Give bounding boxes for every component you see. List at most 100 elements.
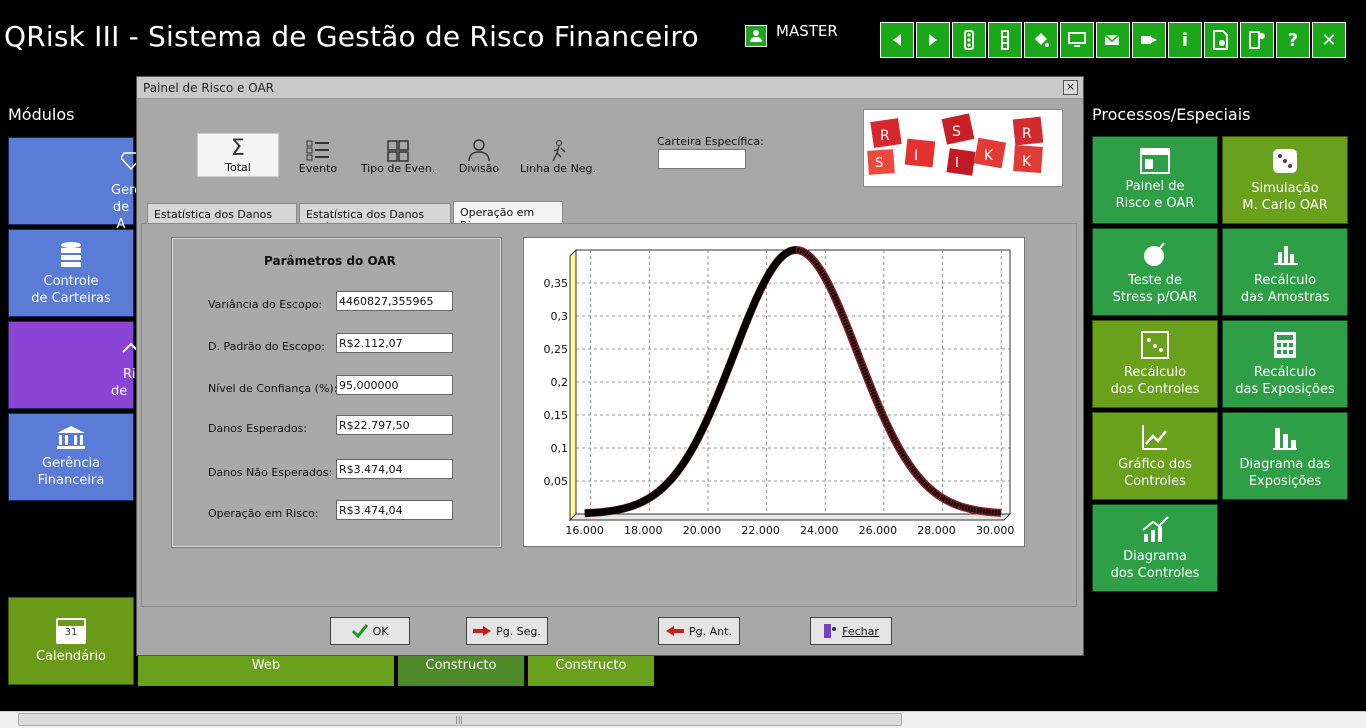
tile-label: das Exposições <box>1235 382 1335 397</box>
tile-label: dos Controles <box>1110 382 1200 397</box>
bomb-icon <box>1144 242 1165 266</box>
x-tick-label: 26.000 <box>859 524 898 537</box>
exit-door-icon <box>1249 31 1265 49</box>
carteira-input[interactable] <box>658 149 746 169</box>
monitor-button[interactable] <box>1060 22 1094 58</box>
paint-bucket-icon <box>1035 33 1049 47</box>
ok-button[interactable]: OK <box>330 617 410 645</box>
param-label: Variância do Escopo: <box>208 298 323 311</box>
tile-label: Diagrama <box>1123 549 1187 564</box>
param-label: D. Padrão do Escopo: <box>208 340 325 353</box>
send-button[interactable] <box>1132 22 1166 58</box>
scrollbar-thumb[interactable]: ||| <box>18 713 902 726</box>
line-chart-icon <box>1142 425 1167 450</box>
arrow-right-red-icon <box>473 626 492 636</box>
tile-painel-risco[interactable]: Painel de Risco e OAR <box>1092 136 1218 224</box>
tile-label: Financeira <box>37 473 105 488</box>
tile-constructo-2[interactable]: Constructo <box>528 652 654 686</box>
tool-evento-button[interactable]: Evento <box>287 135 349 175</box>
tile-gerencia-financeira[interactable]: Gerência Financeira <box>8 413 134 501</box>
app-title: QRisk III - Sistema de Gestão de Risco F… <box>4 20 699 53</box>
tile-calendario[interactable]: 31 Calendário <box>8 597 134 685</box>
tool-linha-button[interactable]: Linha de Neg. <box>517 135 599 175</box>
tile-gerencia-ativos[interactable]: Gerênc de A <box>8 137 158 232</box>
nivel-confianca-field[interactable]: 95,000000 <box>336 375 453 395</box>
help-icon: ? <box>1287 29 1299 51</box>
operacao-risco-field[interactable]: R$3.474,04 <box>336 500 453 520</box>
tool-divisao-button[interactable]: Divisão <box>449 135 509 175</box>
oar-chart: 16.000 18.000 20.000 22.000 24.000 26.000 28.0… <box>523 237 1025 547</box>
tile-label: Stress p/OAR <box>1112 290 1198 305</box>
tool-label: Total <box>225 161 251 174</box>
tile-label: Constructo <box>425 658 497 673</box>
danos-esperados-field[interactable]: R$22.797,50 <box>336 415 453 435</box>
traffic-light-icon <box>964 30 974 50</box>
traffic-light-button[interactable] <box>952 22 986 58</box>
column-chart-icon <box>1273 428 1297 450</box>
fechar-button[interactable]: Fechar <box>810 617 892 645</box>
tile-diagrama-exposicoes[interactable]: Diagrama das Exposições <box>1222 412 1348 500</box>
tile-risco[interactable]: Risc de C <box>8 321 150 409</box>
tile-recalculo-exposicoes[interactable]: Recálculo das Exposições <box>1222 320 1348 408</box>
tab-operacao-risco[interactable]: Operação em Risco <box>453 201 563 232</box>
x-tick-label: 28.000 <box>917 524 956 537</box>
tile-recalculo-amostras[interactable]: Recálculo das Amostras <box>1222 228 1348 316</box>
tile-recalculo-controles[interactable]: Recálculo dos Controles <box>1092 320 1218 408</box>
document-gear-icon <box>1213 30 1228 50</box>
info-button[interactable]: i <box>1168 22 1202 58</box>
x-tick-label: 30.000 <box>976 524 1015 537</box>
tile-label: Recálculo <box>1253 365 1317 380</box>
svg-text:I: I <box>955 156 959 171</box>
close-app-button[interactable]: ✕ <box>1312 22 1346 58</box>
button-label: OK <box>372 624 389 638</box>
exit-button[interactable] <box>1240 22 1274 58</box>
x-tick-label: 16.000 <box>565 524 604 537</box>
next-page-button[interactable]: Pg. Seg. <box>466 617 548 645</box>
y-tick-label: 0,3 <box>551 310 569 323</box>
tile-label: Risco e OAR <box>1115 196 1195 211</box>
tile-controle-carteiras[interactable]: Controle de Carteiras <box>8 229 134 317</box>
tab-estatistica-tab[interactable]: Estatística dos Danos (Tab.) <box>147 203 297 234</box>
back-button[interactable] <box>880 22 914 58</box>
traffic-light-bar-button[interactable] <box>988 22 1022 58</box>
button-label: Pg. Seg. <box>496 624 541 638</box>
forward-button[interactable] <box>916 22 950 58</box>
tile-label: Web <box>251 658 281 673</box>
growth-chart-icon <box>1142 516 1169 542</box>
desvio-padrao-field[interactable]: R$2.112,07 <box>336 333 453 353</box>
tile-label: Gerência <box>41 456 101 471</box>
help-button[interactable]: ? <box>1276 22 1310 58</box>
panel-icon <box>1140 148 1170 174</box>
tile-label: das Amostras <box>1240 290 1330 305</box>
prev-page-button[interactable]: Pg. Ant. <box>658 617 740 645</box>
tile-label: de A <box>112 200 130 232</box>
dialog-close-button[interactable]: × <box>1063 80 1078 95</box>
danos-nao-esperados-field[interactable]: R$3.474,04 <box>336 459 453 479</box>
x-tick-label: 22.000 <box>741 524 780 537</box>
tile-label: Calendário <box>35 648 107 664</box>
svg-text:S: S <box>875 156 883 171</box>
tile-label: Simulação <box>1251 181 1319 196</box>
tile-teste-stress[interactable]: Teste de Stress p/OAR <box>1092 228 1218 316</box>
x-tick-label: 24.000 <box>800 524 839 537</box>
tile-web[interactable]: Web <box>138 652 394 686</box>
svg-text:R: R <box>1022 126 1032 142</box>
tile-simulacao-mc[interactable]: Simulação M. Carlo OAR <box>1222 136 1348 224</box>
paint-button[interactable] <box>1024 22 1058 58</box>
tile-label: Constructo <box>555 658 627 673</box>
button-label: Pg. Ant. <box>689 624 732 638</box>
tab-estatistica-graf[interactable]: Estatística dos Danos (Gráf.) <box>299 203 451 234</box>
tile-grafico-controles[interactable]: Gráfico dos Controles <box>1092 412 1218 500</box>
tool-total-button[interactable]: Σ Total <box>197 133 279 177</box>
mail-button[interactable] <box>1096 22 1130 58</box>
dialog-title: Painel de Risco e OAR <box>137 77 1083 99</box>
variancia-field[interactable]: 4460827,355965 <box>336 291 453 311</box>
list-icon <box>306 140 329 161</box>
monitor-icon <box>1068 32 1086 47</box>
calendar-icon: 31 <box>56 617 86 644</box>
tile-constructo-1[interactable]: Constructo <box>398 652 524 686</box>
tool-tipo-button[interactable]: Tipo de Even. <box>357 135 439 175</box>
walker-icon <box>552 140 566 162</box>
document-settings-button[interactable] <box>1204 22 1238 58</box>
tile-diagrama-controles[interactable]: Diagrama dos Controles <box>1092 504 1218 592</box>
